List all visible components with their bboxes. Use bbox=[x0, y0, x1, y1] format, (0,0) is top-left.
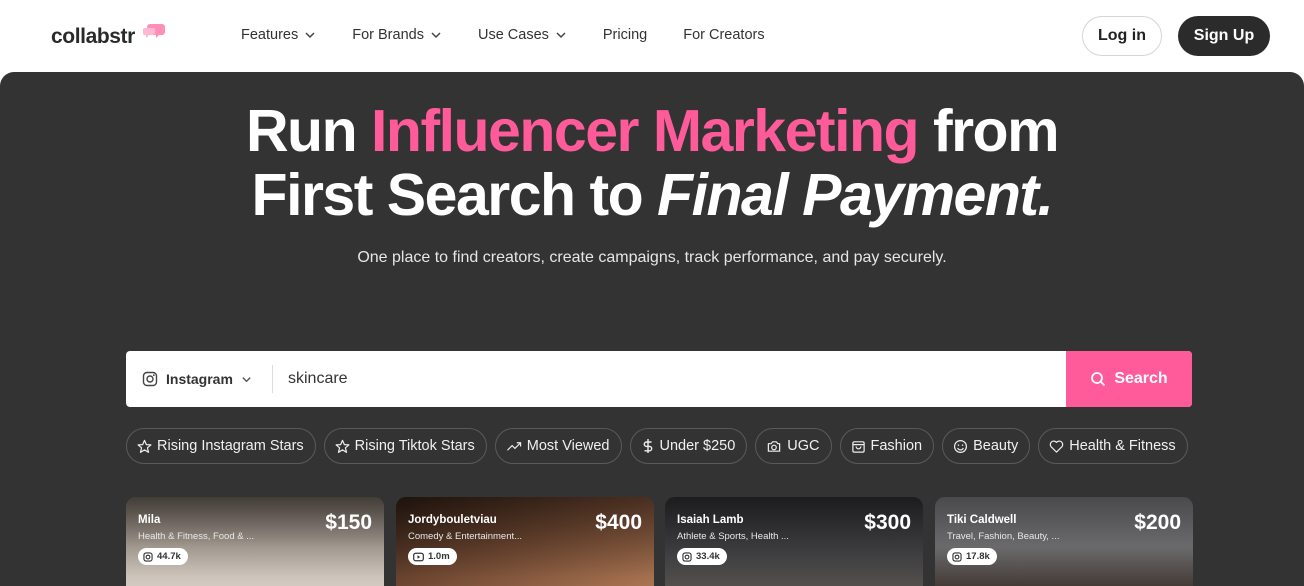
creator-card[interactable]: Jordybouletviau Comedy & Entertainment..… bbox=[396, 497, 654, 586]
creator-name: Mila bbox=[138, 514, 161, 526]
nav-item-for-creators[interactable]: For Creators bbox=[683, 27, 764, 43]
search-button-label: Search bbox=[1114, 370, 1168, 387]
nav-item-label: For Brands bbox=[352, 27, 424, 43]
chip-label: Health & Fitness bbox=[1069, 438, 1176, 454]
instagram-icon bbox=[682, 551, 692, 562]
signup-button[interactable]: Sign Up bbox=[1178, 16, 1270, 56]
creator-price: $400 bbox=[595, 511, 642, 534]
search-button[interactable]: Search bbox=[1066, 351, 1192, 407]
chevron-down-icon bbox=[431, 32, 441, 39]
chip-label: Most Viewed bbox=[526, 438, 610, 454]
creator-price: $200 bbox=[1134, 511, 1181, 534]
nav-item-features[interactable]: Features bbox=[241, 27, 316, 43]
follower-count: 1.0m bbox=[428, 551, 450, 562]
follower-badge: 33.4k bbox=[677, 548, 727, 565]
creator-categories: Travel, Fashion, Beauty, ... bbox=[947, 531, 1060, 542]
hero-heading-line-2: First Search to Final Payment. bbox=[0, 163, 1304, 227]
creator-categories: Comedy & Entertainment... bbox=[408, 531, 523, 542]
instagram-icon bbox=[143, 551, 153, 562]
chip-label: Rising Tiktok Stars bbox=[354, 438, 475, 454]
chip-label: Fashion bbox=[870, 438, 923, 454]
instagram-icon bbox=[952, 551, 962, 562]
nav-links: Features For Brands Use Cases Pricing Fo… bbox=[241, 27, 801, 43]
chip-under-250[interactable]: Under $250 bbox=[629, 428, 748, 464]
nav-item-label: For Creators bbox=[683, 27, 765, 43]
nav-item-label: Use Cases bbox=[477, 27, 549, 43]
chip-beauty[interactable]: Beauty bbox=[942, 428, 1031, 464]
nav-item-for-brands[interactable]: For Brands bbox=[352, 27, 442, 43]
star-icon bbox=[137, 439, 152, 453]
hero-heading-line-1: Run Influencer Marketing from bbox=[0, 99, 1304, 163]
hero-italic: Final Payment. bbox=[657, 162, 1054, 228]
nav-item-pricing[interactable]: Pricing bbox=[603, 27, 647, 43]
chip-most-viewed[interactable]: Most Viewed bbox=[494, 428, 622, 464]
follower-badge: 1.0m bbox=[408, 548, 457, 565]
chevron-down-icon bbox=[556, 32, 566, 39]
star-icon bbox=[335, 439, 350, 453]
search-input[interactable] bbox=[288, 351, 1058, 407]
logo[interactable]: collabstr bbox=[51, 25, 135, 49]
nav-item-label: Features bbox=[241, 27, 299, 43]
chat-bubbles-logo-icon bbox=[143, 24, 165, 38]
trending-icon bbox=[506, 441, 521, 451]
search-icon bbox=[1091, 372, 1106, 387]
hero-heading: Run Influencer Marketing from First Sear… bbox=[0, 99, 1304, 227]
creator-name: Jordybouletviau bbox=[408, 514, 497, 526]
chip-ugc[interactable]: UGC bbox=[755, 428, 832, 464]
chip-health-fitness[interactable]: Health & Fitness bbox=[1038, 428, 1188, 464]
hero-subtitle: One place to find creators, create campa… bbox=[357, 249, 947, 266]
creator-card[interactable]: Mila Health & Fitness, Food & ... $150 4… bbox=[126, 497, 384, 586]
hero-text: First Search to bbox=[251, 162, 658, 228]
divider bbox=[272, 365, 273, 393]
chip-label: UGC bbox=[787, 438, 820, 454]
creator-card[interactable]: Isaiah Lamb Athlete & Sports, Health ...… bbox=[665, 497, 923, 586]
follower-count: 44.7k bbox=[157, 551, 181, 562]
bag-icon bbox=[851, 440, 865, 453]
chip-label: Under $250 bbox=[659, 438, 736, 454]
creator-name: Tiki Caldwell bbox=[947, 514, 1017, 526]
top-navbar: collabstr Features For Brands Use Cases … bbox=[0, 0, 1304, 73]
nav-item-use-cases[interactable]: Use Cases bbox=[478, 27, 567, 43]
follower-badge: 44.7k bbox=[138, 548, 188, 565]
chip-rising-tiktok-stars[interactable]: Rising Tiktok Stars bbox=[323, 428, 487, 464]
hero-text: Run bbox=[245, 98, 372, 164]
dollar-icon bbox=[643, 439, 652, 453]
creator-price: $150 bbox=[325, 511, 372, 534]
chevron-down-icon bbox=[242, 376, 251, 382]
heart-icon bbox=[1049, 439, 1064, 453]
chip-rising-instagram-stars[interactable]: Rising Instagram Stars bbox=[126, 428, 316, 464]
creator-card[interactable]: Tiki Caldwell Travel, Fashion, Beauty, .… bbox=[935, 497, 1193, 586]
filter-chips: Rising Instagram Stars Rising Tiktok Sta… bbox=[126, 428, 1196, 464]
chip-label: Rising Instagram Stars bbox=[157, 438, 304, 454]
follower-badge: 17.8k bbox=[947, 548, 997, 565]
hero-text: from bbox=[918, 98, 1060, 164]
hero-highlight: Influencer Marketing bbox=[371, 98, 920, 164]
hero-section: Run Influencer Marketing from First Sear… bbox=[0, 72, 1304, 586]
camera-icon bbox=[768, 440, 781, 452]
chevron-down-icon bbox=[305, 32, 315, 39]
creator-categories: Athlete & Sports, Health ... bbox=[677, 531, 789, 542]
creator-price: $300 bbox=[864, 511, 911, 534]
chip-label: Beauty bbox=[973, 438, 1019, 454]
instagram-icon bbox=[142, 371, 158, 387]
platform-select[interactable]: Instagram bbox=[126, 351, 272, 407]
smile-icon bbox=[954, 439, 968, 453]
platform-select-label: Instagram bbox=[166, 371, 233, 387]
search-bar: Instagram Search bbox=[126, 351, 1192, 407]
nav-item-label: Pricing bbox=[602, 27, 648, 43]
follower-count: 33.4k bbox=[696, 551, 720, 562]
chip-fashion[interactable]: Fashion bbox=[839, 428, 935, 464]
login-button[interactable]: Log in bbox=[1082, 16, 1162, 56]
youtube-icon bbox=[413, 552, 424, 561]
follower-count: 17.8k bbox=[966, 551, 990, 562]
creator-categories: Health & Fitness, Food & ... bbox=[138, 531, 255, 542]
creator-name: Isaiah Lamb bbox=[677, 514, 744, 526]
